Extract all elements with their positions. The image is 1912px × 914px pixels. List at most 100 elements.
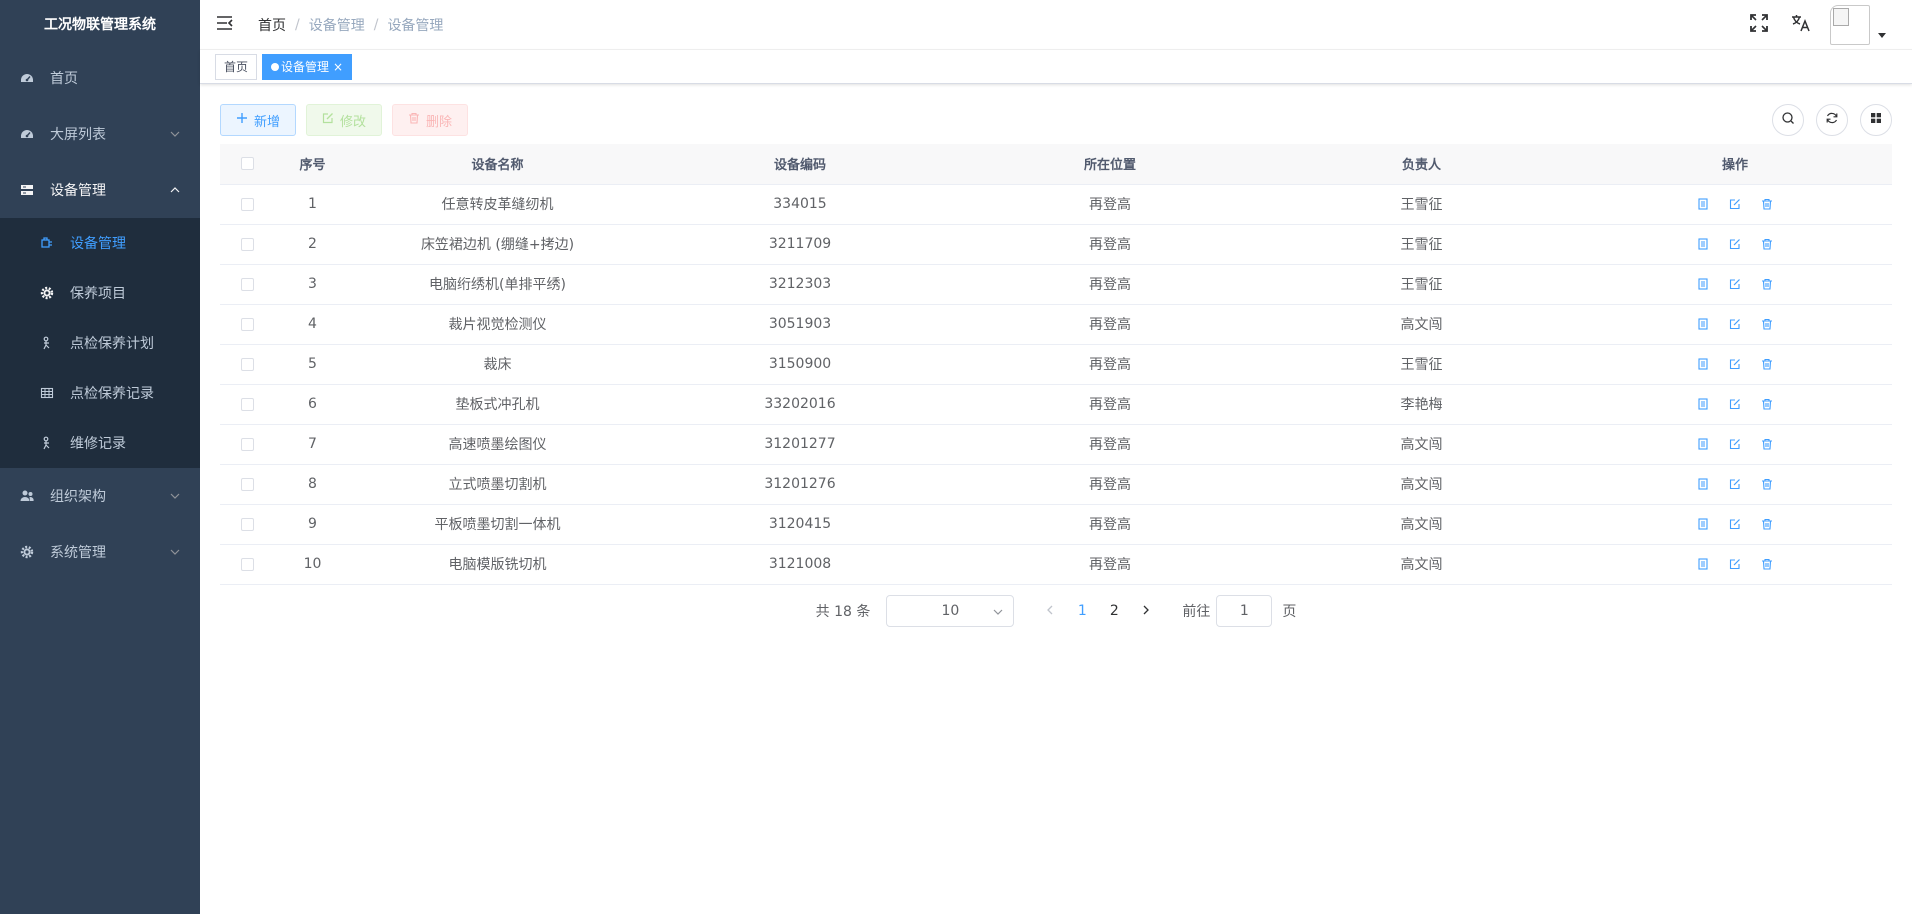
edit-icon[interactable] xyxy=(1728,557,1742,571)
chevron-up-icon xyxy=(170,185,180,195)
breadcrumb-separator: / xyxy=(295,16,300,33)
goto-page-input[interactable]: 1 xyxy=(1216,594,1273,627)
edit-icon[interactable] xyxy=(1728,437,1742,451)
sidebar-item-home[interactable]: 首页 xyxy=(0,50,200,106)
cell-location: 再登高 xyxy=(955,384,1265,425)
columns-button[interactable] xyxy=(1860,104,1892,136)
row-checkbox[interactable] xyxy=(241,317,254,331)
table-tools xyxy=(1760,104,1892,136)
cell-name: 立式喷墨切割机 xyxy=(350,464,645,505)
detail-icon[interactable] xyxy=(1696,237,1710,251)
trash-icon[interactable] xyxy=(1760,277,1774,291)
user-dropdown[interactable] xyxy=(1830,5,1886,45)
delete-button[interactable]: 删除 xyxy=(392,104,469,136)
add-button[interactable]: 新增 xyxy=(220,104,297,136)
edit-icon[interactable] xyxy=(1728,397,1742,411)
hamburger-button[interactable] xyxy=(200,0,250,50)
search-toggle-button[interactable] xyxy=(1772,104,1804,136)
trash-icon[interactable] xyxy=(1760,317,1774,331)
row-checkbox[interactable] xyxy=(241,277,254,291)
sidebar-item-device-management[interactable]: 设备管理 xyxy=(0,162,200,218)
trash-icon[interactable] xyxy=(1760,477,1774,491)
trash-icon[interactable] xyxy=(1760,237,1774,251)
cell-index: 2 xyxy=(275,224,350,265)
row-checkbox[interactable] xyxy=(241,517,254,531)
column-header-index: 序号 xyxy=(275,144,350,185)
tag-device-management[interactable]: 设备管理 × xyxy=(262,53,353,80)
sidebar-item-system[interactable]: 系统管理 xyxy=(0,524,200,580)
detail-icon[interactable] xyxy=(1696,197,1710,211)
edit-icon[interactable] xyxy=(1728,517,1742,531)
cell-location: 再登高 xyxy=(955,224,1265,265)
trash-icon[interactable] xyxy=(1760,437,1774,451)
cell-actions xyxy=(1578,184,1892,225)
trash-icon[interactable] xyxy=(1760,517,1774,531)
edit-icon[interactable] xyxy=(1728,317,1742,331)
trash-icon[interactable] xyxy=(1760,557,1774,571)
sidebar-item-inspection-records[interactable]: 点检保养记录 xyxy=(0,368,200,418)
cell-name: 平板喷墨切割一体机 xyxy=(350,504,645,545)
detail-icon[interactable] xyxy=(1696,277,1710,291)
trash-icon[interactable] xyxy=(1760,357,1774,371)
detail-icon[interactable] xyxy=(1696,477,1710,491)
row-checkbox[interactable] xyxy=(241,437,254,451)
page-size-select[interactable]: 10 xyxy=(886,594,1015,627)
page-number-1[interactable]: 1 xyxy=(1070,597,1094,625)
row-checkbox[interactable] xyxy=(241,197,254,211)
next-page-button[interactable] xyxy=(1134,597,1158,625)
breadcrumb-level1: 设备管理 xyxy=(308,17,365,34)
select-all-checkbox[interactable] xyxy=(241,157,254,171)
sidebar: 工况物联管理系统 首页 大屏列表 设备管理 设备管理 保养项目 点检保养计划 点… xyxy=(0,0,200,914)
chevron-right-icon xyxy=(1142,603,1150,619)
edit-icon[interactable] xyxy=(1728,357,1742,371)
sidebar-item-label: 点检保养计划 xyxy=(70,336,154,352)
language-button[interactable] xyxy=(1788,12,1814,38)
detail-icon[interactable] xyxy=(1696,397,1710,411)
cell-code: 3120415 xyxy=(645,504,955,545)
close-icon[interactable]: × xyxy=(333,55,343,79)
edit-button[interactable]: 修改 xyxy=(306,104,383,136)
edit-icon[interactable] xyxy=(1728,197,1742,211)
trash-icon[interactable] xyxy=(1760,397,1774,411)
sidebar-item-repair-records[interactable]: 维修记录 xyxy=(0,418,200,468)
caret-down-icon xyxy=(1878,27,1886,43)
breadcrumb-separator: / xyxy=(373,16,379,33)
page-number-2[interactable]: 2 xyxy=(1102,597,1126,625)
cell-index: 8 xyxy=(275,464,350,505)
row-select-cell xyxy=(220,544,275,585)
cell-owner: 王雪征 xyxy=(1265,184,1578,225)
fullscreen-button[interactable] xyxy=(1746,12,1772,38)
detail-icon[interactable] xyxy=(1696,357,1710,371)
row-checkbox[interactable] xyxy=(241,357,254,371)
sidebar-item-device-list[interactable]: 设备管理 xyxy=(0,218,200,268)
sidebar-item-organization[interactable]: 组织架构 xyxy=(0,468,200,524)
cell-index: 5 xyxy=(275,344,350,385)
trash-icon[interactable] xyxy=(1760,197,1774,211)
edit-icon[interactable] xyxy=(1728,477,1742,491)
row-checkbox[interactable] xyxy=(241,477,254,491)
sidebar-item-screen-list[interactable]: 大屏列表 xyxy=(0,106,200,162)
refresh-icon xyxy=(1825,111,1839,129)
edit-icon[interactable] xyxy=(1728,237,1742,251)
cell-location: 再登高 xyxy=(955,424,1265,465)
detail-icon[interactable] xyxy=(1696,517,1710,531)
row-checkbox[interactable] xyxy=(241,237,254,251)
cell-actions xyxy=(1578,264,1892,305)
sidebar-item-label: 大屏列表 xyxy=(50,127,106,143)
sidebar-item-maintenance-items[interactable]: 保养项目 xyxy=(0,268,200,318)
sidebar-item-inspection-plan[interactable]: 点检保养计划 xyxy=(0,318,200,368)
refresh-button[interactable] xyxy=(1816,104,1848,136)
column-header-name: 设备名称 xyxy=(350,144,645,185)
search-icon xyxy=(1781,111,1795,129)
plus-icon xyxy=(236,112,254,128)
row-checkbox[interactable] xyxy=(241,397,254,411)
person-icon xyxy=(40,436,54,450)
detail-icon[interactable] xyxy=(1696,317,1710,331)
tag-home[interactable]: 首页 xyxy=(215,53,258,80)
detail-icon[interactable] xyxy=(1696,437,1710,451)
breadcrumb-home[interactable]: 首页 xyxy=(258,15,286,35)
prev-page-button[interactable] xyxy=(1038,597,1062,625)
edit-icon[interactable] xyxy=(1728,277,1742,291)
detail-icon[interactable] xyxy=(1696,557,1710,571)
row-checkbox[interactable] xyxy=(241,557,254,571)
